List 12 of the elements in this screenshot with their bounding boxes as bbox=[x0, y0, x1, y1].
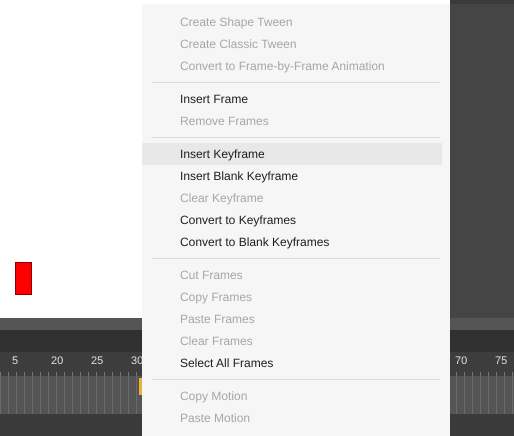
playhead-marker[interactable] bbox=[139, 378, 142, 395]
menu-item[interactable]: Insert Frame bbox=[142, 88, 442, 110]
frame-number: 20 bbox=[51, 355, 64, 367]
frame-number: 25 bbox=[91, 355, 104, 367]
frame-number: 5 bbox=[12, 355, 18, 367]
menu-item[interactable]: Convert to Keyframes bbox=[142, 209, 442, 231]
menu-item[interactable]: Insert Keyframe bbox=[142, 143, 442, 165]
menu-item[interactable]: Insert Blank Keyframe bbox=[142, 165, 442, 187]
menu-item[interactable]: Convert to Blank Keyframes bbox=[142, 231, 442, 253]
frame-number: 70 bbox=[455, 355, 468, 367]
frame-number: 75 bbox=[495, 355, 508, 367]
menu-item[interactable]: Select All Frames bbox=[142, 352, 442, 374]
